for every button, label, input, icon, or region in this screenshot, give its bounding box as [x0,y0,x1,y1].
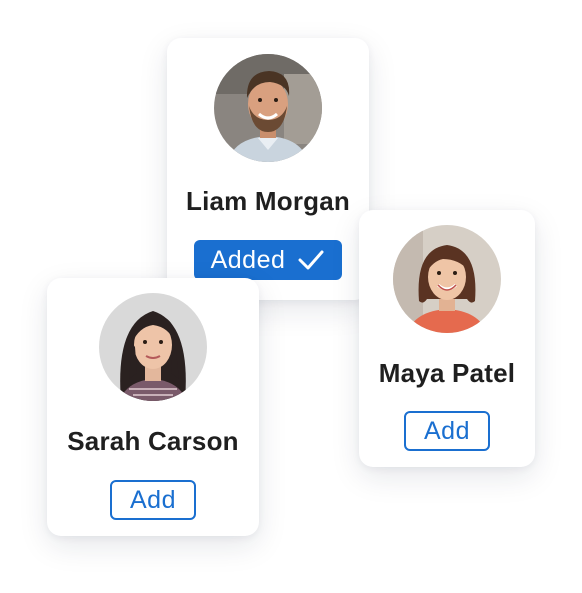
avatar-photo-woman [99,293,207,401]
add-button-label: Add [424,416,470,445]
checkmark-icon [297,249,325,271]
added-button-label: Added [210,245,286,274]
add-button[interactable]: Add [110,480,196,520]
avatar [393,225,501,333]
avatar-photo-woman [393,225,501,333]
avatar [214,54,322,162]
add-button-label: Add [130,485,176,514]
added-button[interactable]: Added [194,240,342,280]
contact-card-sarah-carson: Sarah Carson Add [47,278,259,536]
contact-card-maya-patel: Maya Patel Add [359,210,535,467]
avatar [99,293,207,401]
contact-card-liam-morgan: Liam Morgan Added [167,38,369,300]
add-button[interactable]: Add [404,411,490,451]
contact-name: Sarah Carson [67,426,239,456]
contact-name: Liam Morgan [186,186,350,216]
contact-cards-stage: Liam Morgan Added Maya Patel Add Sarah C… [0,0,582,593]
contact-name: Maya Patel [378,358,516,388]
avatar-photo-man [214,54,322,162]
